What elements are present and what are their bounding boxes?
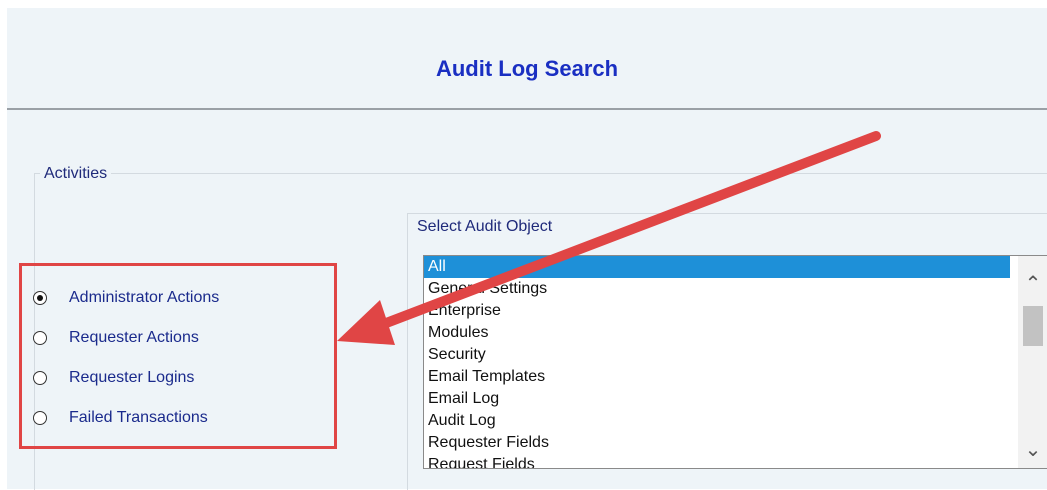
list-item[interactable]: Security <box>424 344 1010 366</box>
list-item[interactable]: Requester Fields <box>424 432 1010 454</box>
listbox-scrollbar[interactable]: ⌃ ⌄ <box>1018 256 1047 468</box>
audit-object-listbox[interactable]: All General Settings Enterprise Modules … <box>423 255 1047 469</box>
radio-button[interactable] <box>33 411 47 425</box>
list-item[interactable]: All <box>424 256 1010 278</box>
main-content: Activities Administrator Actions Request… <box>7 110 1047 490</box>
radio-requester-actions[interactable]: Requester Actions <box>33 325 199 351</box>
chevron-down-icon[interactable]: ⌄ <box>1018 438 1047 462</box>
radio-label[interactable]: Requester Actions <box>69 329 199 347</box>
activities-legend: Activities <box>40 165 112 183</box>
list-item[interactable]: Modules <box>424 322 1010 344</box>
top-strip <box>0 0 1047 8</box>
list-item[interactable]: Enterprise <box>424 300 1010 322</box>
list-item[interactable]: General Settings <box>424 278 1010 300</box>
list-item[interactable]: Request Fields <box>424 454 1010 468</box>
radio-label[interactable]: Requester Logins <box>69 369 194 387</box>
radio-requester-logins[interactable]: Requester Logins <box>33 365 194 391</box>
chevron-up-icon[interactable]: ⌃ <box>1018 272 1047 296</box>
radio-failed-transactions[interactable]: Failed Transactions <box>33 405 208 431</box>
radio-administrator-actions[interactable]: Administrator Actions <box>33 285 219 311</box>
radio-label[interactable]: Failed Transactions <box>69 409 208 427</box>
list-item[interactable]: Email Templates <box>424 366 1010 388</box>
radio-label[interactable]: Administrator Actions <box>69 289 219 307</box>
page-header: Audit Log Search <box>7 8 1047 110</box>
radio-button[interactable] <box>33 371 47 385</box>
list-item[interactable]: Audit Log <box>424 410 1010 432</box>
radio-button[interactable] <box>33 291 47 305</box>
page-title: Audit Log Search <box>435 56 619 81</box>
list-item[interactable]: Email Log <box>424 388 1010 410</box>
radio-button[interactable] <box>33 331 47 345</box>
scroll-thumb[interactable] <box>1023 306 1043 346</box>
select-audit-object-label: Select Audit Object <box>417 218 553 235</box>
